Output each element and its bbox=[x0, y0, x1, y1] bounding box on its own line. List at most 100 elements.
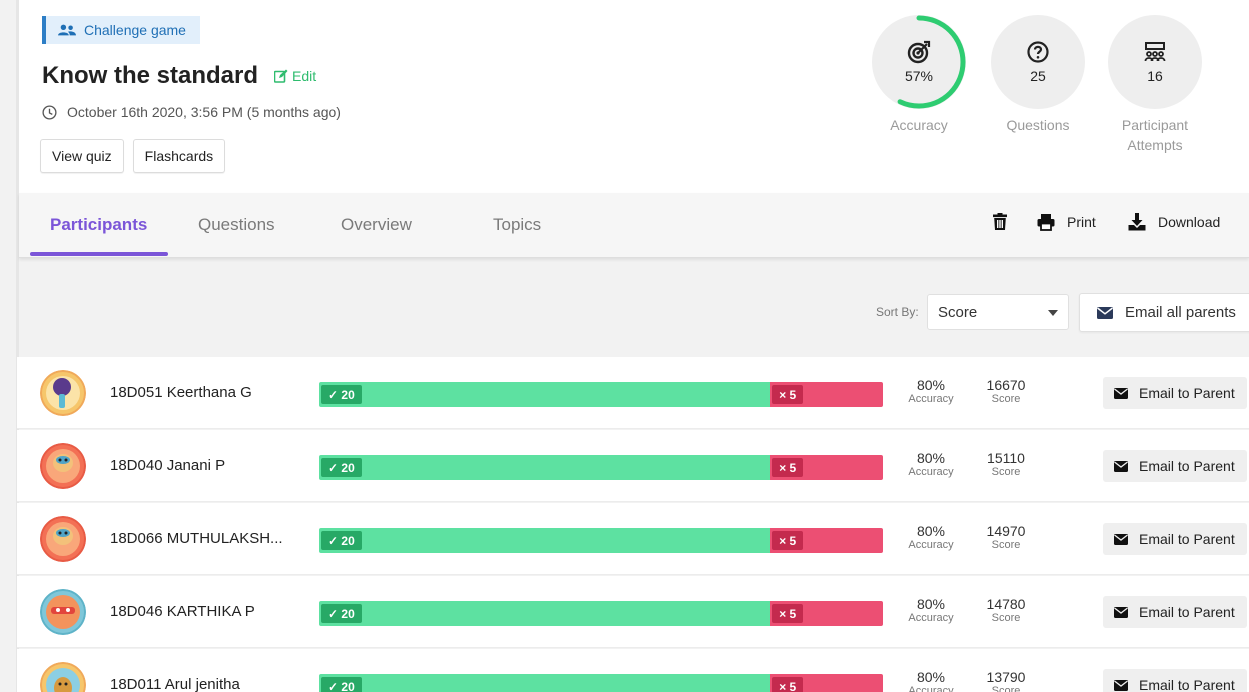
score-metric: 16670 Score bbox=[977, 377, 1035, 406]
questions-label: Questions bbox=[1006, 117, 1070, 133]
game-mode-label: Challenge game bbox=[84, 22, 186, 38]
stat-accuracy: 57% Accuracy bbox=[871, 15, 967, 135]
correct-segment: ✓ 20 bbox=[319, 601, 771, 626]
tab-questions[interactable]: Questions bbox=[198, 215, 275, 235]
correct-chip: ✓ 20 bbox=[321, 604, 362, 623]
email-to-parent-button[interactable]: Email to Parent bbox=[1103, 596, 1247, 628]
correct-count: 20 bbox=[341, 533, 355, 548]
tab-topics[interactable]: Topics bbox=[493, 215, 541, 235]
accuracy-caption: Accuracy bbox=[908, 612, 954, 624]
participant-name: 18D066 MUTHULAKSH... bbox=[110, 530, 283, 547]
envelope-icon bbox=[1114, 606, 1128, 618]
score-metric: 14780 Score bbox=[977, 596, 1035, 625]
accuracy-value: 80% bbox=[916, 669, 946, 685]
email-to-parent-button[interactable]: Email to Parent bbox=[1103, 523, 1247, 555]
email-to-parent-button[interactable]: Email to Parent bbox=[1103, 377, 1247, 409]
questions-value: 25 bbox=[1030, 68, 1046, 84]
participant-row[interactable]: 18D040 Janani P ✓ 20 × 5 80% Accuracy 15… bbox=[17, 430, 1249, 502]
edit-icon bbox=[274, 69, 288, 83]
email-to-parent-label: Email to Parent bbox=[1139, 458, 1235, 474]
view-quiz-button[interactable]: View quiz bbox=[40, 139, 124, 173]
incorrect-segment: × 5 bbox=[770, 382, 883, 407]
envelope-icon bbox=[1114, 679, 1128, 691]
print-label: Print bbox=[1067, 214, 1096, 230]
accuracy-caption: Accuracy bbox=[908, 466, 954, 478]
correct-chip: ✓ 20 bbox=[321, 385, 362, 404]
score-caption: Score bbox=[991, 539, 1021, 551]
accuracy-value: 80% bbox=[916, 450, 946, 466]
attempts-value: 16 bbox=[1147, 68, 1163, 84]
accuracy-metric: 80% Accuracy bbox=[903, 669, 959, 692]
incorrect-count: 5 bbox=[789, 533, 797, 548]
avatar bbox=[40, 516, 86, 562]
correct-segment: ✓ 20 bbox=[319, 455, 771, 480]
print-button[interactable]: Print bbox=[1037, 213, 1096, 231]
correct-count: 20 bbox=[341, 460, 355, 475]
tab-overview[interactable]: Overview bbox=[341, 215, 412, 235]
incorrect-count: 5 bbox=[789, 460, 797, 475]
download-button[interactable]: Download bbox=[1128, 213, 1220, 231]
participant-row[interactable]: 18D046 KARTHIKA P ✓ 20 × 5 80% Accuracy … bbox=[17, 576, 1249, 648]
clock-icon bbox=[42, 104, 57, 120]
download-label: Download bbox=[1158, 214, 1221, 230]
correct-segment: ✓ 20 bbox=[319, 674, 771, 692]
score-value: 13790 bbox=[986, 669, 1026, 685]
correct-count: 20 bbox=[341, 679, 355, 692]
incorrect-chip: × 5 bbox=[772, 385, 804, 404]
participant-row[interactable]: 18D051 Keerthana G ✓ 20 × 5 80% Accuracy… bbox=[17, 357, 1249, 429]
incorrect-chip: × 5 bbox=[772, 677, 804, 692]
quiz-report-header: Challenge game Know the standard Edit Oc… bbox=[19, 0, 1249, 193]
stat-questions: 25 Questions bbox=[990, 15, 1086, 135]
printer-icon bbox=[1037, 214, 1055, 231]
correct-count: 20 bbox=[341, 606, 355, 621]
tabs-bar: Participants Questions Overview Topics P… bbox=[19, 193, 1249, 258]
tab-participants[interactable]: Participants bbox=[50, 215, 147, 235]
score-bar: ✓ 20 × 5 bbox=[319, 674, 883, 692]
edit-link[interactable]: Edit bbox=[274, 68, 316, 84]
caret-down-icon bbox=[1048, 310, 1058, 316]
score-caption: Score bbox=[991, 466, 1021, 478]
email-all-parents-button[interactable]: Email all parents bbox=[1079, 293, 1249, 332]
flashcards-button[interactable]: Flashcards bbox=[132, 139, 226, 173]
score-metric: 13790 Score bbox=[977, 669, 1035, 692]
accuracy-metric: 80% Accuracy bbox=[903, 523, 959, 552]
score-caption: Score bbox=[991, 393, 1021, 405]
email-to-parent-label: Email to Parent bbox=[1139, 531, 1235, 547]
score-bar: ✓ 20 × 5 bbox=[319, 528, 883, 553]
delete-button[interactable] bbox=[991, 213, 1009, 231]
incorrect-chip: × 5 bbox=[772, 604, 804, 623]
incorrect-count: 5 bbox=[789, 679, 797, 692]
accuracy-caption: Accuracy bbox=[908, 393, 954, 405]
sort-select[interactable]: Score bbox=[927, 294, 1069, 330]
users-icon bbox=[58, 24, 76, 36]
accuracy-value: 80% bbox=[916, 523, 946, 539]
score-bar: ✓ 20 × 5 bbox=[319, 601, 883, 626]
envelope-icon bbox=[1114, 460, 1128, 472]
envelope-icon bbox=[1114, 387, 1128, 399]
sort-value: Score bbox=[938, 303, 978, 321]
sort-by-label: Sort By: bbox=[876, 305, 919, 319]
accuracy-caption: Accuracy bbox=[908, 539, 954, 551]
correct-segment: ✓ 20 bbox=[319, 382, 771, 407]
score-value: 16670 bbox=[986, 377, 1026, 393]
incorrect-count: 5 bbox=[789, 387, 797, 402]
trash-icon bbox=[993, 213, 1007, 230]
envelope-icon bbox=[1097, 306, 1113, 319]
incorrect-chip: × 5 bbox=[772, 458, 804, 477]
email-to-parent-button[interactable]: Email to Parent bbox=[1103, 669, 1247, 692]
incorrect-segment: × 5 bbox=[770, 674, 883, 692]
score-metric: 14970 Score bbox=[977, 523, 1035, 552]
score-value: 14780 bbox=[986, 596, 1026, 612]
stat-attempts: 16 Participant Attempts bbox=[1107, 15, 1203, 155]
incorrect-count: 5 bbox=[789, 606, 797, 621]
correct-count: 20 bbox=[341, 387, 355, 402]
email-to-parent-button[interactable]: Email to Parent bbox=[1103, 450, 1247, 482]
participant-row[interactable]: 18D011 Arul jenitha ✓ 20 × 5 80% Accurac… bbox=[17, 649, 1249, 692]
edit-label: Edit bbox=[292, 68, 317, 84]
correct-chip: ✓ 20 bbox=[321, 531, 362, 550]
avatar bbox=[40, 370, 86, 416]
participant-row[interactable]: 18D066 MUTHULAKSH... ✓ 20 × 5 80% Accura… bbox=[17, 503, 1249, 575]
participants-icon bbox=[1144, 42, 1166, 62]
quiz-date: October 16th 2020, 3:56 PM (5 months ago… bbox=[42, 104, 341, 120]
correct-segment: ✓ 20 bbox=[319, 528, 771, 553]
